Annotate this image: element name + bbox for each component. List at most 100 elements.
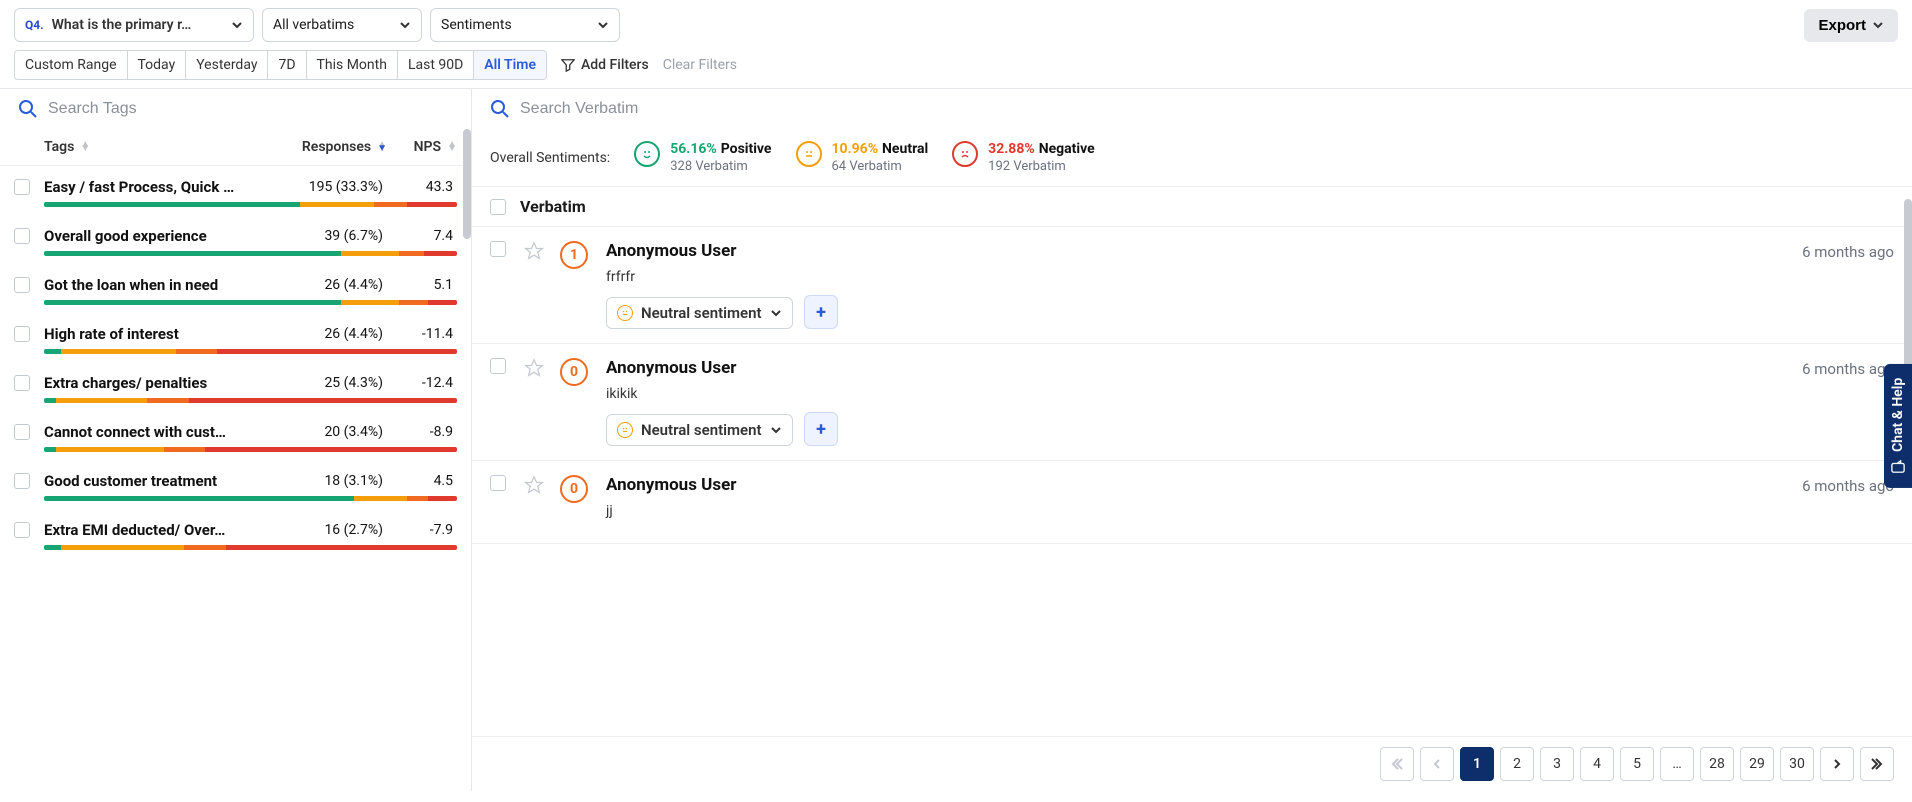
time-range-7d[interactable]: 7D <box>268 51 306 79</box>
add-tag-button[interactable]: + <box>804 412 838 446</box>
sort-icon: ▲▼ <box>377 143 387 151</box>
sentiment-select[interactable]: Neutral sentiment <box>606 297 793 329</box>
tag-sentiment-bar <box>44 398 457 403</box>
time-range-yesterday[interactable]: Yesterday <box>186 51 268 79</box>
page-28[interactable]: 28 <box>1700 747 1734 781</box>
verbatim-user[interactable]: Anonymous User <box>606 358 1748 378</box>
tag-name[interactable]: Easy / fast Process, Quick … <box>44 178 267 196</box>
page-next[interactable] <box>1820 747 1854 781</box>
star-icon[interactable] <box>524 475 544 495</box>
neutral-face-icon <box>617 422 633 438</box>
page-prev <box>1420 747 1454 781</box>
add-filters-button[interactable]: Add Filters <box>561 57 649 73</box>
page-first <box>1380 747 1414 781</box>
tag-name[interactable]: Cannot connect with cust… <box>44 423 267 441</box>
time-range-all-time[interactable]: All Time <box>474 51 546 79</box>
export-button[interactable]: Export <box>1804 9 1898 42</box>
tag-checkbox[interactable] <box>14 522 30 538</box>
question-selector[interactable]: Q4. What is the primary r… <box>14 8 254 42</box>
page-29[interactable]: 29 <box>1740 747 1774 781</box>
page-30[interactable]: 30 <box>1780 747 1814 781</box>
verbatim-user[interactable]: Anonymous User <box>606 241 1748 261</box>
tag-name[interactable]: Good customer treatment <box>44 472 267 490</box>
tag-name[interactable]: High rate of interest <box>44 325 267 343</box>
tag-row: Extra EMI deducted/ Over… 16 (2.7%) -7.9 <box>0 509 471 558</box>
tag-sentiment-bar <box>44 349 457 354</box>
add-tag-button[interactable]: + <box>804 295 838 329</box>
neutral-sentiment-block: 10.96%Neutral 64 Verbatim <box>796 141 929 174</box>
tag-name[interactable]: Extra EMI deducted/ Over… <box>44 521 267 539</box>
positive-sentiment-block: 56.16%Positive 328 Verbatim <box>634 141 771 174</box>
sentiment-filter-select[interactable]: Sentiments <box>430 8 620 42</box>
chat-help-tab[interactable]: Chat & Help <box>1884 364 1912 488</box>
page-last[interactable] <box>1860 747 1894 781</box>
col-tags[interactable]: Tags ▲▼ <box>44 139 267 155</box>
tags-table-header: Tags ▲▼ Responses ▲▼ NPS ▲▼ <box>0 129 471 166</box>
verbatim-time: 6 months ago <box>1754 241 1894 261</box>
verbatim-checkbox[interactable] <box>490 241 506 257</box>
star-icon[interactable] <box>524 241 544 261</box>
tag-name[interactable]: Got the loan when in need <box>44 276 267 294</box>
tag-checkbox[interactable] <box>14 473 30 489</box>
tags-panel: Tags ▲▼ Responses ▲▼ NPS ▲▼ Easy / fast … <box>0 89 472 791</box>
question-prefix: Q4. <box>25 18 44 32</box>
verbatim-header-title: Verbatim <box>520 197 586 216</box>
tag-checkbox[interactable] <box>14 375 30 391</box>
col-responses[interactable]: Responses ▲▼ <box>267 139 387 155</box>
select-all-checkbox[interactable] <box>490 199 506 215</box>
tag-checkbox[interactable] <box>14 228 30 244</box>
time-range-custom-range[interactable]: Custom Range <box>15 51 128 79</box>
tag-sentiment-bar <box>44 545 457 550</box>
pagination: 12345…282930 <box>472 736 1912 791</box>
tag-nps: -7.9 <box>387 522 457 538</box>
chevron-down-icon <box>770 307 782 319</box>
page-3[interactable]: 3 <box>1540 747 1574 781</box>
verbatim-panel: Overall Sentiments: 56.16%Positive 328 V… <box>472 89 1912 791</box>
tag-row: Easy / fast Process, Quick … 195 (33.3%)… <box>0 166 471 215</box>
smile-icon <box>634 141 660 167</box>
col-nps[interactable]: NPS ▲▼ <box>387 139 457 155</box>
tag-checkbox[interactable] <box>14 179 30 195</box>
scrollbar[interactable] <box>463 129 471 791</box>
tag-responses: 25 (4.3%) <box>267 375 387 391</box>
verbatim-checkbox[interactable] <box>490 475 506 491</box>
time-range-this-month[interactable]: This Month <box>307 51 398 79</box>
main: Tags ▲▼ Responses ▲▼ NPS ▲▼ Easy / fast … <box>0 89 1912 791</box>
verbatim-text: jj <box>606 503 1748 519</box>
score-badge: 0 <box>560 358 588 386</box>
page-4[interactable]: 4 <box>1580 747 1614 781</box>
verbatim-checkbox[interactable] <box>490 358 506 374</box>
verbatim-user[interactable]: Anonymous User <box>606 475 1748 495</box>
verbatim-filter-select[interactable]: All verbatims <box>262 8 422 42</box>
tag-name[interactable]: Extra charges/ penalties <box>44 374 267 392</box>
verbatim-item: 1 Anonymous User frfrfr Neutral sentimen… <box>472 227 1912 344</box>
page-ellipsis: … <box>1660 747 1694 781</box>
tag-checkbox[interactable] <box>14 277 30 293</box>
overall-sentiments-label: Overall Sentiments: <box>490 150 610 166</box>
sentiment-filter-label: Sentiments <box>441 17 512 33</box>
page-5[interactable]: 5 <box>1620 747 1654 781</box>
page-2[interactable]: 2 <box>1500 747 1534 781</box>
tag-nps: 7.4 <box>387 228 457 244</box>
tag-checkbox[interactable] <box>14 326 30 342</box>
question-text: What is the primary r… <box>52 17 223 33</box>
tag-nps: -12.4 <box>387 375 457 391</box>
chat-icon <box>1891 460 1905 474</box>
tag-responses: 26 (4.4%) <box>267 277 387 293</box>
tag-name[interactable]: Overall good experience <box>44 227 267 245</box>
search-tags-input[interactable] <box>48 100 453 118</box>
verbatim-time: 6 months ago <box>1754 475 1894 495</box>
tag-sentiment-bar <box>44 202 457 207</box>
page-1[interactable]: 1 <box>1460 747 1494 781</box>
star-icon[interactable] <box>524 358 544 378</box>
search-verbatim-input[interactable] <box>520 100 1894 118</box>
clear-filters-button[interactable]: Clear Filters <box>663 57 737 73</box>
tag-nps: 43.3 <box>387 179 457 195</box>
frown-icon <box>952 141 978 167</box>
time-range-today[interactable]: Today <box>128 51 187 79</box>
sentiment-select[interactable]: Neutral sentiment <box>606 414 793 446</box>
scrollbar[interactable] <box>1904 199 1912 389</box>
time-range-last-90d[interactable]: Last 90D <box>398 51 474 79</box>
verbatim-filter-label: All verbatims <box>273 17 354 33</box>
tag-checkbox[interactable] <box>14 424 30 440</box>
